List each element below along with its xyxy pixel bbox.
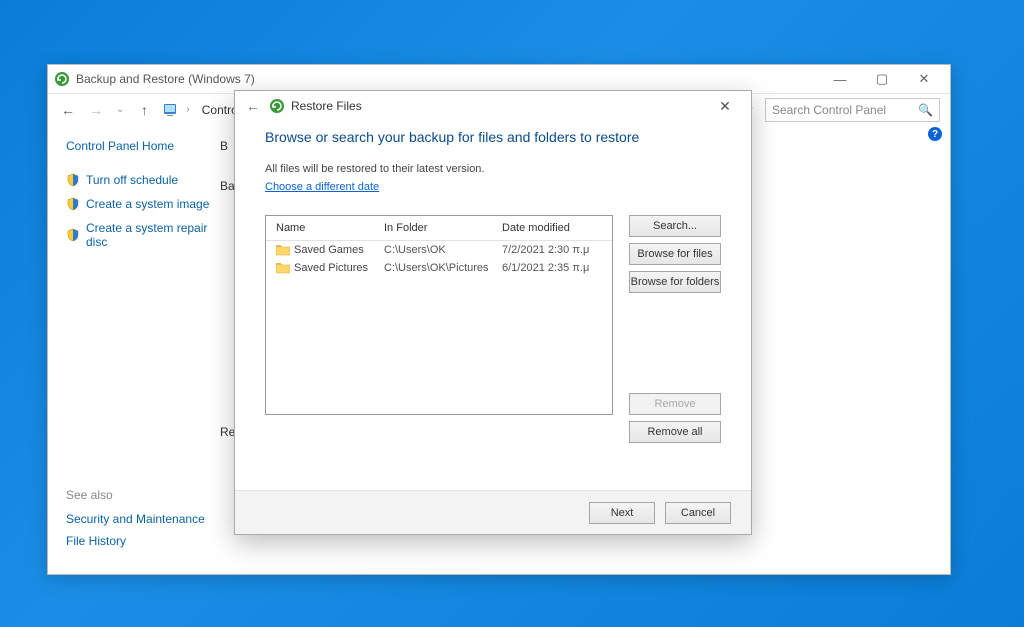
row-name: Saved Games: [294, 244, 384, 256]
dialog-close-button[interactable]: ✕: [707, 98, 743, 115]
dialog-footer: Next Cancel: [235, 490, 751, 534]
app-icon: [54, 71, 70, 87]
remove-all-button[interactable]: Remove all: [629, 421, 721, 443]
titlebar: Backup and Restore (Windows 7) — ▢ ✕: [48, 65, 950, 93]
sidebar-item-label: Create a system image: [86, 197, 209, 211]
list-item[interactable]: Saved Games C:\Users\OK 7/2/2021 2:30 π.…: [266, 241, 612, 259]
left-pane: Control Panel Home Turn off schedule Cre…: [48, 125, 220, 574]
nav-forward-icon[interactable]: →: [86, 100, 106, 120]
chevron-right-icon: ›: [186, 104, 189, 115]
list-area: Name In Folder Date modified Saved Games…: [265, 215, 721, 443]
nav-back-icon[interactable]: ←: [58, 100, 78, 120]
next-button[interactable]: Next: [589, 502, 655, 524]
remove-button[interactable]: Remove: [629, 393, 721, 415]
restore-icon: [269, 98, 285, 114]
minimize-button[interactable]: —: [820, 67, 860, 91]
col-date-header[interactable]: Date modified: [502, 222, 604, 234]
help-icon[interactable]: ?: [928, 127, 942, 141]
row-folder: C:\Users\OK: [384, 244, 502, 256]
cancel-button[interactable]: Cancel: [665, 502, 731, 524]
shield-icon: [66, 228, 80, 242]
search-placeholder: Search Control Panel: [772, 103, 886, 117]
see-also-file-history[interactable]: File History: [66, 534, 205, 548]
sidebar-item-create-repair-disc[interactable]: Create a system repair disc: [66, 221, 212, 249]
search-input[interactable]: Search Control Panel 🔍: [765, 98, 940, 122]
control-panel-home-link[interactable]: Control Panel Home: [66, 139, 212, 153]
dialog-body: Browse or search your backup for files a…: [235, 121, 751, 490]
row-name: Saved Pictures: [294, 262, 384, 274]
dialog-title: Restore Files: [291, 99, 362, 113]
control-panel-icon: [162, 102, 178, 118]
row-folder: C:\Users\OK\Pictures: [384, 262, 502, 274]
search-button[interactable]: Search...: [629, 215, 721, 237]
sidebar-item-turn-off-schedule[interactable]: Turn off schedule: [66, 173, 212, 187]
search-icon: 🔍: [918, 103, 933, 117]
list-header: Name In Folder Date modified: [266, 216, 612, 241]
restore-files-dialog: ← Restore Files ✕ Browse or search your …: [234, 90, 752, 535]
shield-icon: [66, 173, 80, 187]
see-also: See also Security and Maintenance File H…: [66, 488, 205, 556]
sidebar-item-label: Turn off schedule: [86, 173, 178, 187]
file-list[interactable]: Name In Folder Date modified Saved Games…: [265, 215, 613, 415]
browse-folders-button[interactable]: Browse for folders: [629, 271, 721, 293]
sidebar-item-label: Create a system repair disc: [86, 221, 212, 249]
folder-icon: [276, 244, 290, 256]
list-item[interactable]: Saved Pictures C:\Users\OK\Pictures 6/1/…: [266, 259, 612, 277]
dialog-heading: Browse or search your backup for files a…: [265, 129, 721, 145]
folder-icon: [276, 262, 290, 274]
side-buttons: Search... Browse for files Browse for fo…: [629, 215, 721, 443]
see-also-security[interactable]: Security and Maintenance: [66, 512, 205, 526]
window-title: Backup and Restore (Windows 7): [76, 72, 255, 86]
title-controls: — ▢ ✕: [820, 67, 944, 91]
nav-up-icon[interactable]: ↑: [134, 100, 154, 120]
maximize-button[interactable]: ▢: [862, 67, 902, 91]
row-date: 6/1/2021 2:35 π.μ: [502, 262, 604, 274]
dialog-back-icon[interactable]: ←: [243, 98, 263, 114]
choose-date-link[interactable]: Choose a different date: [265, 181, 379, 193]
browse-files-button[interactable]: Browse for files: [629, 243, 721, 265]
shield-icon: [66, 197, 80, 211]
sidebar-item-create-system-image[interactable]: Create a system image: [66, 197, 212, 211]
dialog-titlebar: ← Restore Files ✕: [235, 91, 751, 121]
col-name-header[interactable]: Name: [276, 222, 384, 234]
dialog-subtext: All files will be restored to their late…: [265, 163, 721, 175]
row-date: 7/2/2021 2:30 π.μ: [502, 244, 604, 256]
see-also-header: See also: [66, 488, 205, 502]
recent-locations-icon[interactable]: ⌄: [116, 104, 124, 115]
col-folder-header[interactable]: In Folder: [384, 222, 502, 234]
close-button[interactable]: ✕: [904, 67, 944, 91]
